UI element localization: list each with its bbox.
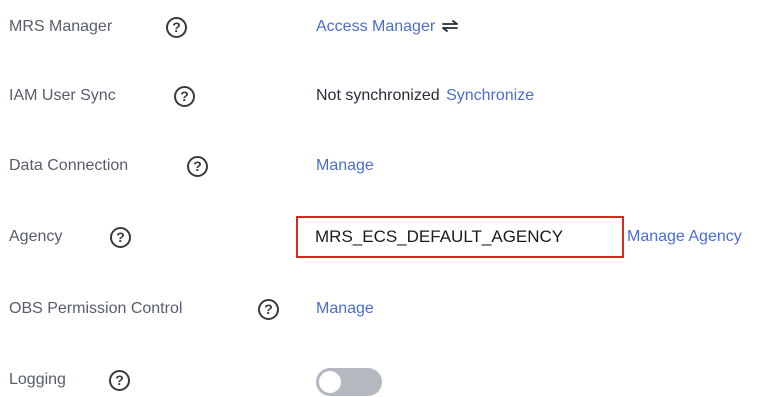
toggle-knob xyxy=(319,371,341,393)
iam-user-sync-label: IAM User Sync xyxy=(9,87,116,104)
agency-row: Agency ? MRS_ECS_DEFAULT_AGENCY Manage A… xyxy=(0,216,776,258)
iam-user-sync-row: IAM User Sync ? Not synchronized Synchro… xyxy=(0,81,776,111)
sync-status-text: Not synchronized xyxy=(316,87,440,104)
agency-label: Agency xyxy=(9,228,63,245)
help-icon[interactable]: ? xyxy=(258,299,279,320)
iam-user-sync-value: Not synchronized Synchronize xyxy=(316,81,534,111)
obs-permission-control-value: Manage xyxy=(316,294,374,324)
mrs-manager-row: MRS Manager ? Access Manager xyxy=(0,12,776,42)
logging-toggle[interactable] xyxy=(316,368,382,396)
help-icon[interactable]: ? xyxy=(166,17,187,38)
data-connection-label: Data Connection xyxy=(9,157,129,174)
help-icon[interactable]: ? xyxy=(174,86,195,107)
logging-row: Logging ? xyxy=(0,365,776,396)
logging-label: Logging xyxy=(9,371,66,388)
help-icon[interactable]: ? xyxy=(187,156,208,177)
obs-permission-manage-link[interactable]: Manage xyxy=(316,300,374,317)
agency-value: MRS_ECS_DEFAULT_AGENCY xyxy=(315,227,564,246)
manage-agency-link[interactable]: Manage Agency xyxy=(627,222,742,252)
obs-permission-control-label: OBS Permission Control xyxy=(9,300,183,317)
help-icon[interactable]: ? xyxy=(109,370,130,391)
data-connection-value: Manage xyxy=(316,151,374,181)
mrs-manager-value: Access Manager xyxy=(316,12,459,42)
mrs-manager-label: MRS Manager xyxy=(9,18,113,35)
access-manager-link[interactable]: Access Manager xyxy=(316,18,435,35)
help-icon[interactable]: ? xyxy=(110,227,131,248)
obs-permission-control-row: OBS Permission Control ? Manage xyxy=(0,294,776,324)
synchronize-link[interactable]: Synchronize xyxy=(446,87,534,104)
swap-arrows-icon[interactable] xyxy=(441,20,459,32)
data-connection-row: Data Connection ? Manage xyxy=(0,151,776,181)
data-connection-manage-link[interactable]: Manage xyxy=(316,157,374,174)
